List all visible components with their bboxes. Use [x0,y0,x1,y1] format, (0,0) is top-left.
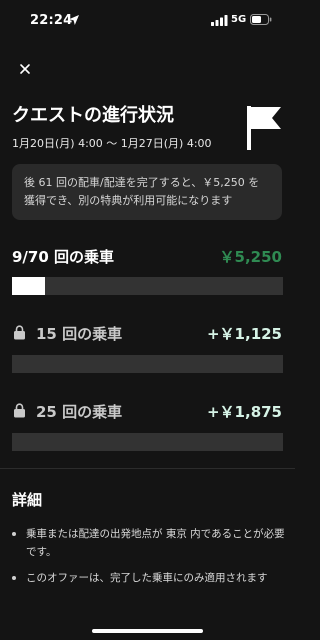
tier-2-label: 15 回の乗車 [36,325,123,343]
location-arrow-icon [69,15,79,25]
signal-icon [211,15,228,26]
details-item-text: このオファーは、完了した乗車にのみ適用されます [26,572,268,584]
bullet-icon [12,576,16,580]
tier-1-progress-bar [12,277,283,295]
tier-3-label: 25 回の乗車 [36,403,123,421]
tier-2-progress-bar [12,355,283,373]
section-divider [0,468,295,469]
lock-icon [14,325,25,340]
details-item: 乗車または配達の出発地点が 東京 内であることが必要です。 [12,525,287,561]
details-title: 詳細 [12,491,43,509]
bullet-icon [12,532,16,536]
tier-3-progress-bar [12,433,283,451]
info-text: 後 61 回の配車/配達を完了すると、￥5,250 を獲得でき、別の特典が利用可… [24,176,260,207]
close-icon[interactable] [17,61,33,77]
details-item-text: 乗車または配達の出発地点が 東京 内であることが必要です。 [26,528,285,558]
home-indicator[interactable] [92,629,203,633]
tier-1-label: 9/70 回の乗車 [12,248,115,266]
tier-3-reward: +￥1,875 [206,403,282,421]
network-type: 5G [231,14,247,25]
lock-icon [14,403,25,418]
details-item: このオファーは、完了した乗車にのみ適用されます [12,569,287,587]
battery-icon [250,14,272,25]
page-title: クエストの進行状況 [12,105,174,126]
status-bar: 22:24 5G [0,0,295,40]
info-box: 後 61 回の配車/配達を完了すると、￥5,250 を獲得でき、別の特典が利用可… [12,164,282,220]
tier-1-reward: ￥5,250 [219,248,282,266]
date-range: 1月20日(月) 4:00 〜 1月27日(月) 4:00 [12,137,212,150]
flag-icon [247,106,281,150]
tier-2-reward: +￥1,125 [206,325,282,343]
tier-1-progress-fill [12,277,45,295]
status-time: 22:24 [30,13,73,28]
